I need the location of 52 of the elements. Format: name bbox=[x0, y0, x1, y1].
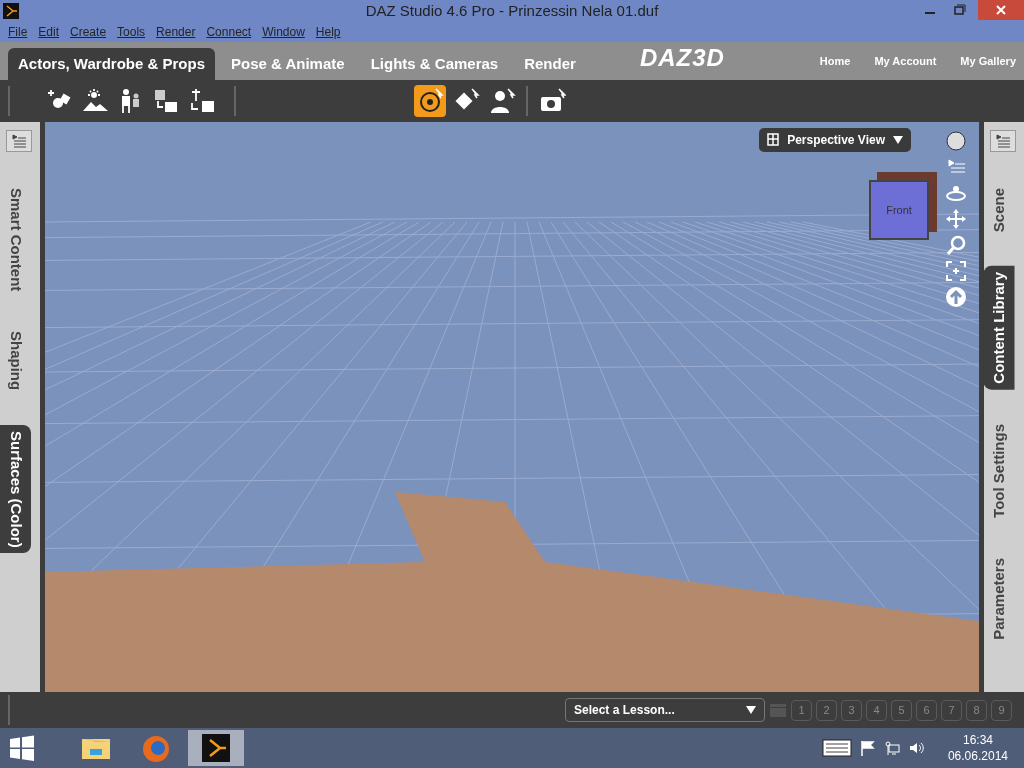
lesson-select[interactable]: Select a Lesson... bbox=[565, 698, 765, 722]
header-link[interactable]: Home bbox=[819, 52, 851, 70]
menu-item[interactable]: Help bbox=[315, 23, 341, 41]
workspace-tab[interactable]: Lights & Cameras bbox=[360, 48, 509, 80]
lesson-label: Select a Lesson... bbox=[574, 702, 675, 719]
panel-tab[interactable]: Scene bbox=[984, 182, 1015, 239]
logo: DAZ3D bbox=[639, 43, 725, 73]
panel-tab[interactable]: Shaping bbox=[0, 325, 31, 397]
panel-menu-icon[interactable] bbox=[6, 130, 32, 152]
panel-menu-icon[interactable] bbox=[990, 130, 1016, 152]
header-link[interactable]: My Gallery bbox=[960, 52, 1016, 70]
speaker-icon[interactable] bbox=[907, 740, 924, 756]
menu-item[interactable]: Window bbox=[262, 23, 305, 41]
clock-date[interactable]: 06.06.2014 bbox=[947, 748, 1008, 764]
panel-tab[interactable]: Tool Settings bbox=[984, 417, 1015, 524]
windows-start-icon[interactable] bbox=[8, 734, 36, 762]
toolbar-button[interactable] bbox=[414, 85, 446, 117]
person-cursor-icon bbox=[488, 87, 516, 115]
keyboard-icon[interactable] bbox=[821, 739, 852, 757]
panel-tab[interactable]: Smart Content bbox=[0, 182, 31, 298]
frame-icon[interactable] bbox=[945, 260, 967, 282]
workspace-tab[interactable]: Actors, Wardrobe & Props bbox=[8, 48, 215, 80]
cubes-arrow-icon bbox=[152, 87, 180, 115]
clock-time[interactable]: 16:34 bbox=[947, 732, 1008, 748]
menu-item[interactable]: Create bbox=[70, 23, 107, 41]
view-label: Perspective View bbox=[787, 132, 885, 149]
search-icon[interactable] bbox=[945, 234, 967, 256]
menu-item[interactable]: File bbox=[8, 23, 28, 41]
app-logo-icon bbox=[3, 3, 19, 19]
panel-tab[interactable]: Surfaces (Color) bbox=[0, 424, 31, 554]
network-icon[interactable] bbox=[883, 740, 900, 756]
menu-item[interactable]: Connect bbox=[206, 23, 252, 41]
cube-label: Front bbox=[886, 202, 912, 218]
window-title: DAZ Studio 4.6 Pro - Prinzessin Nela 01.duf bbox=[365, 1, 659, 21]
viewport-icon bbox=[767, 133, 780, 147]
menu-item[interactable]: Edit bbox=[38, 23, 60, 41]
caret-icon bbox=[746, 706, 756, 714]
workspace-tab[interactable]: Pose & Animate bbox=[221, 48, 355, 80]
move-arrows-icon[interactable] bbox=[945, 208, 967, 230]
taskbar-app[interactable] bbox=[188, 730, 244, 766]
caret-icon bbox=[893, 136, 903, 144]
menu-item[interactable]: Render bbox=[156, 23, 196, 41]
close-icon[interactable] bbox=[978, 0, 1024, 20]
view-select[interactable]: Perspective View bbox=[759, 128, 911, 152]
figure-drop-icon bbox=[188, 87, 216, 115]
workspace-tab[interactable]: Render bbox=[514, 48, 586, 80]
panel-tab[interactable]: Parameters bbox=[984, 551, 1015, 646]
flag-icon[interactable] bbox=[859, 740, 876, 756]
header-link[interactable]: My Account bbox=[874, 52, 937, 70]
shading-sphere-icon[interactable] bbox=[945, 130, 967, 152]
panel-tab[interactable]: Content Library bbox=[984, 266, 1015, 390]
menu-item[interactable]: Tools bbox=[117, 23, 146, 41]
